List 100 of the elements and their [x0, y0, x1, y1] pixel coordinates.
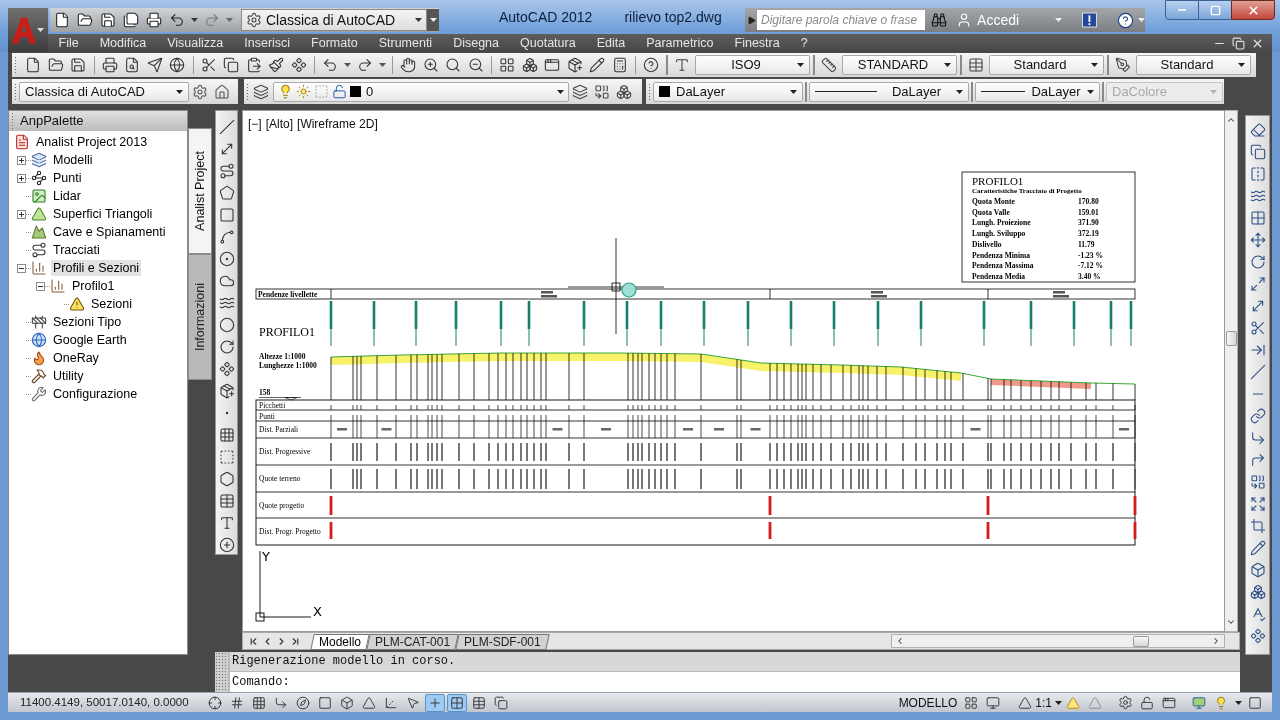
corner-up-arrow-icon[interactable]	[1249, 452, 1266, 468]
layout-tab[interactable]: Modello	[310, 634, 370, 650]
close-button[interactable]	[1231, 0, 1275, 20]
toolbar-grip[interactable]	[246, 82, 249, 101]
dashed-square-icon[interactable]	[218, 449, 235, 465]
window-icon[interactable]	[1162, 695, 1176, 710]
ellipse-icon[interactable]	[218, 317, 235, 333]
caret-icon[interactable]	[176, 89, 183, 94]
status-toggle-button[interactable]	[425, 693, 445, 712]
style-dropdown[interactable]: Standard	[988, 55, 1104, 75]
gear-icon[interactable]	[1117, 695, 1133, 710]
scissors-icon[interactable]	[1249, 320, 1266, 336]
squares-arrow-icon[interactable]	[594, 83, 610, 100]
caret-icon[interactable]	[190, 18, 198, 22]
style-dropdown[interactable]: Standard	[1135, 55, 1251, 75]
new-file-icon[interactable]	[25, 57, 42, 73]
tree-item[interactable]: Punti	[51, 170, 84, 186]
palette-tab[interactable]: Informazioni	[188, 254, 212, 380]
tree-item[interactable]: Sezioni	[89, 296, 134, 312]
tree-item[interactable]: OneRay	[51, 350, 101, 366]
waves-icon[interactable]	[1249, 188, 1266, 204]
caret-icon[interactable]	[557, 89, 564, 94]
collapse-toggle-icon[interactable]	[17, 263, 26, 273]
caret-icon[interactable]	[943, 63, 951, 67]
move-icon[interactable]	[1249, 232, 1266, 248]
viewport-control[interactable]: [−]	[248, 115, 262, 133]
menu-item[interactable]: Disegna	[442, 34, 510, 52]
menu-item[interactable]: Edita	[586, 34, 636, 52]
squares-arrow-icon[interactable]	[1249, 474, 1266, 490]
annotation-scale-button[interactable]: 1:1	[1018, 693, 1062, 712]
chevron-left-icon[interactable]	[895, 636, 905, 646]
property-dropdown[interactable]: DaLayer	[975, 81, 1100, 102]
menu-item[interactable]: Inserisci	[233, 34, 301, 52]
corner-arrow-icon[interactable]	[1249, 430, 1266, 446]
customize-button[interactable]	[427, 9, 439, 31]
command-input-field[interactable]: Comando:	[230, 672, 1240, 692]
expand-arrows-icon[interactable]	[1249, 276, 1266, 292]
caret-icon[interactable]	[1234, 700, 1242, 705]
tree-item[interactable]: Configurazione	[51, 386, 140, 402]
slash-icon[interactable]	[1249, 364, 1266, 380]
toolbar-grip[interactable]	[648, 82, 651, 101]
toolbar-grip[interactable]	[14, 82, 17, 101]
menu-item[interactable]: Quotatura	[509, 34, 587, 52]
monitor-icon[interactable]	[986, 695, 1001, 710]
caret-icon[interactable]	[790, 89, 797, 94]
circle-plus-icon[interactable]	[218, 537, 235, 553]
eraser-icon[interactable]	[1249, 122, 1266, 138]
tree-item[interactable]: Analist Project 2013	[34, 134, 150, 150]
boxes-icon[interactable]	[616, 83, 632, 100]
menu-item[interactable]: Visualizza	[156, 34, 234, 52]
caret-icon[interactable]	[956, 89, 963, 94]
scrollbar-thumb[interactable]	[1133, 635, 1149, 647]
caret-icon[interactable]	[1237, 63, 1245, 67]
style-dropdown[interactable]: STANDARD	[841, 55, 957, 75]
chevron-up-icon[interactable]	[1226, 115, 1236, 125]
circle-icon[interactable]	[218, 251, 235, 267]
style-dropdown[interactable]: ISO9	[694, 55, 810, 75]
layout-tab[interactable]: PLM-CAT-001	[366, 634, 459, 650]
pentagon-icon[interactable]	[218, 185, 235, 201]
folder-icon[interactable]	[76, 12, 93, 28]
diamonds-icon[interactable]	[290, 57, 307, 73]
lightbulb-icon[interactable]	[1214, 695, 1228, 710]
tree-item[interactable]: Modelli	[51, 152, 95, 168]
tree-item[interactable]: Google Earth	[51, 332, 129, 348]
text-icon[interactable]	[673, 57, 690, 73]
search-field[interactable]: Digitare parola chiave o frase	[757, 10, 926, 30]
layers-icon[interactable]	[572, 83, 588, 100]
ruler-icon[interactable]	[820, 57, 837, 73]
expand-toggle-icon[interactable]	[17, 155, 26, 165]
layer-dropdown[interactable]: 0	[273, 81, 569, 102]
unlocked-icon[interactable]	[1140, 695, 1154, 710]
wave-icon[interactable]	[218, 295, 235, 311]
expand-toggle-icon[interactable]	[17, 173, 26, 183]
house-icon[interactable]	[214, 83, 230, 100]
property-dropdown[interactable]: DaLayer	[653, 81, 803, 102]
caret-icon[interactable]	[796, 63, 804, 67]
table-icon[interactable]	[218, 493, 235, 509]
menu-item[interactable]: Finestra	[724, 34, 791, 52]
four-squares-icon[interactable]	[499, 57, 516, 73]
folder-icon[interactable]	[47, 57, 64, 73]
tree-item[interactable]: Profili e Sezioni	[51, 260, 142, 276]
save-as-icon[interactable]	[122, 12, 139, 28]
expand-icon[interactable]	[1249, 496, 1266, 512]
tree-item[interactable]: Lidar	[51, 188, 83, 204]
caret-icon[interactable]	[344, 63, 351, 67]
tree-item[interactable]: Utility	[51, 368, 86, 384]
rotate-arrow-icon[interactable]	[218, 339, 235, 355]
palette-tab[interactable]: Analist Project	[188, 128, 212, 254]
crop-icon[interactable]	[1249, 518, 1266, 534]
square-icon[interactable]	[1248, 695, 1262, 710]
package-icon[interactable]	[566, 57, 583, 73]
help-icon[interactable]	[1117, 11, 1134, 29]
curve-icon[interactable]	[218, 229, 235, 245]
command-grip[interactable]	[215, 652, 228, 692]
search-icon[interactable]	[445, 57, 462, 73]
tree-item[interactable]: Tracciati	[51, 242, 102, 258]
menu-item[interactable]: Modifica	[89, 34, 157, 52]
redo-icon[interactable]	[356, 57, 373, 73]
boxes-icon[interactable]	[521, 57, 538, 73]
clipboard-icon[interactable]	[245, 57, 262, 73]
